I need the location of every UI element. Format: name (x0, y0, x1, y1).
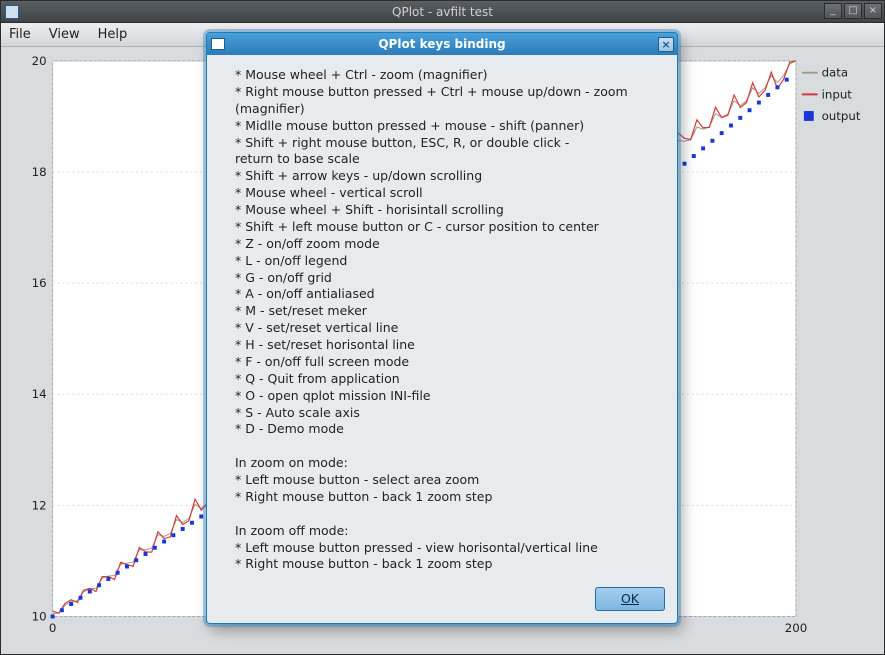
svg-text:10: 10 (32, 609, 47, 623)
svg-text:12: 12 (32, 498, 47, 512)
menu-file[interactable]: File (9, 27, 31, 42)
window-controls: _ □ × (824, 3, 882, 19)
svg-text:18: 18 (32, 165, 47, 179)
svg-text:16: 16 (32, 276, 47, 290)
dialog-titlebar: QPlot keys binding × (207, 33, 677, 55)
svg-text:0: 0 (49, 621, 57, 635)
close-button[interactable]: × (864, 3, 882, 19)
svg-text:14: 14 (32, 387, 47, 401)
keybindings-dialog: QPlot keys binding × * Mouse wheel + Ctr… (206, 32, 678, 624)
svg-text:input: input (822, 87, 853, 101)
dialog-title: QPlot keys binding (378, 37, 505, 51)
dialog-actions: OK (207, 581, 677, 623)
titlebar: QPlot - avfilt test _ □ × (1, 1, 884, 23)
menu-help[interactable]: Help (98, 27, 128, 42)
dialog-body: * Mouse wheel + Ctrl - zoom (magnifier) … (207, 55, 677, 581)
minimize-button[interactable]: _ (824, 3, 842, 19)
svg-text:data: data (822, 66, 849, 80)
svg-text:20: 20 (32, 55, 47, 68)
svg-text:output: output (822, 109, 861, 123)
maximize-button[interactable]: □ (844, 3, 862, 19)
menu-view[interactable]: View (49, 27, 80, 42)
dialog-icon (211, 38, 225, 50)
svg-text:200: 200 (785, 621, 808, 635)
window-title: QPlot - avfilt test (392, 5, 493, 19)
app-icon (5, 5, 19, 19)
dialog-close-button[interactable]: × (658, 37, 674, 52)
ok-button[interactable]: OK (595, 587, 665, 611)
